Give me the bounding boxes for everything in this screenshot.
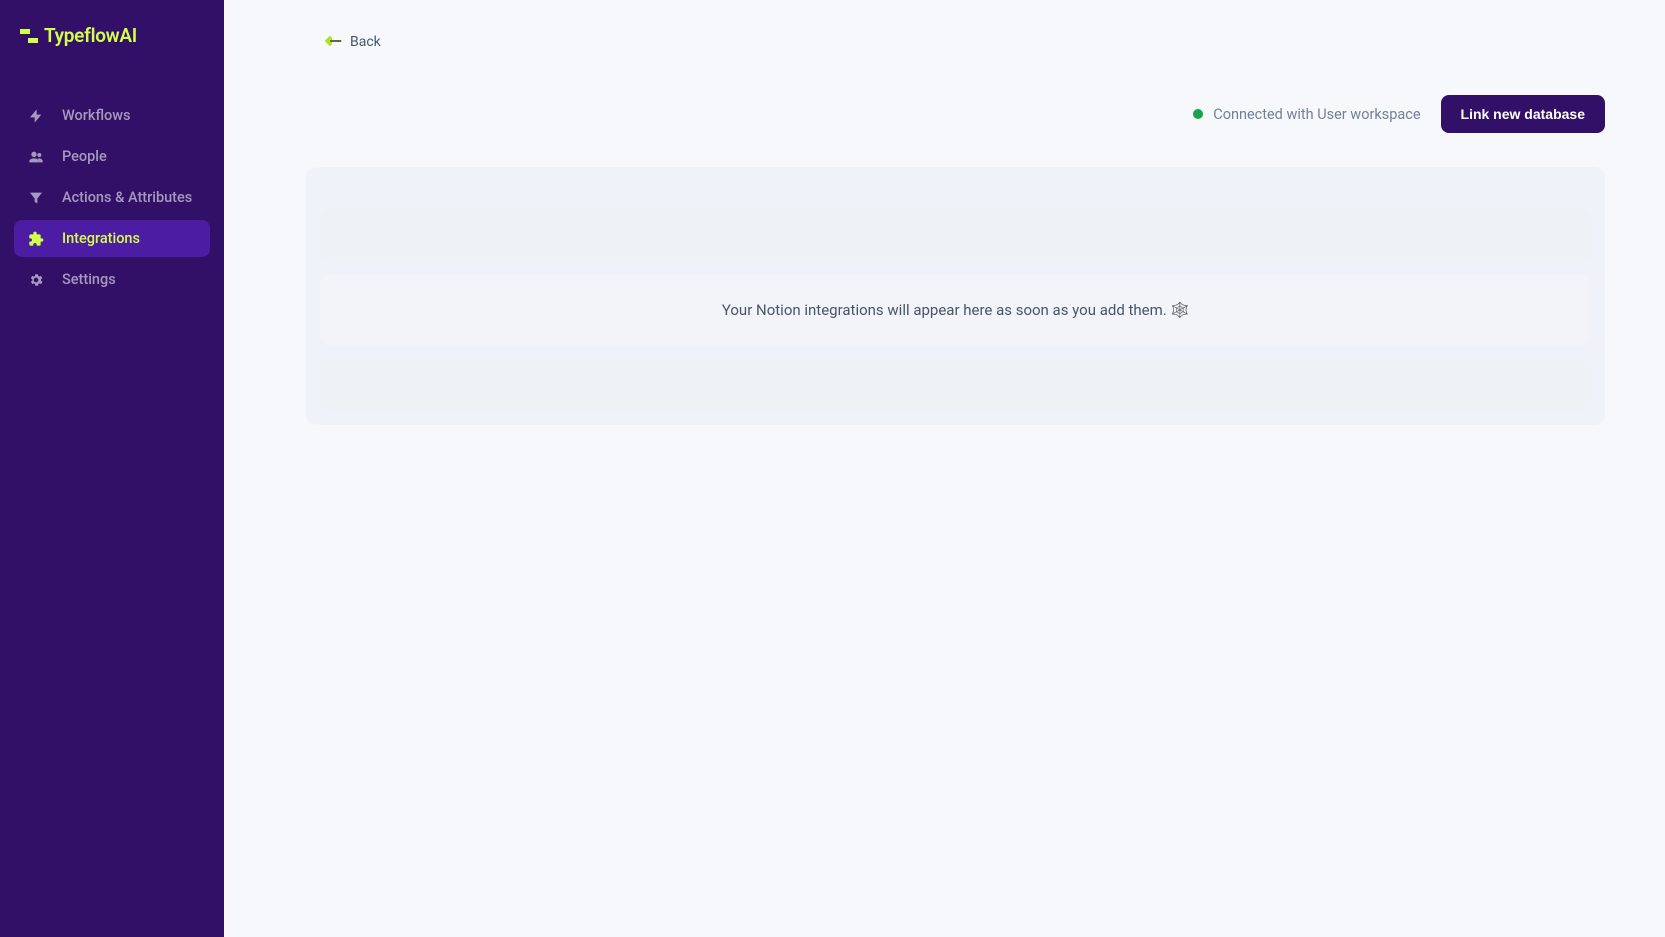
sidebar-item-settings[interactable]: Settings (14, 261, 210, 298)
link-new-database-button[interactable]: Link new database (1441, 95, 1605, 133)
sidebar-item-label: Settings (62, 271, 116, 288)
sidebar-item-label: Actions & Attributes (62, 189, 192, 206)
status-text: Connected with User workspace (1213, 106, 1420, 123)
back-button[interactable]: Back (284, 33, 381, 51)
funnel-icon (28, 190, 44, 206)
header-row: Connected with User workspace Link new d… (284, 95, 1605, 133)
sidebar-item-workflows[interactable]: Workflows (14, 97, 210, 134)
sidebar-item-label: Workflows (62, 107, 131, 124)
bolt-icon (28, 108, 44, 124)
sidebar-item-label: People (62, 148, 107, 165)
gear-icon (28, 272, 44, 288)
sidebar-item-actions-attributes[interactable]: Actions & Attributes (14, 179, 210, 216)
placeholder-row (320, 359, 1591, 411)
status-dot-icon (1193, 109, 1203, 119)
logo[interactable]: TypeflowAI (0, 24, 224, 97)
sidebar: TypeflowAI Workflows People Actions & At… (0, 0, 224, 937)
back-label: Back (350, 34, 381, 50)
sidebar-item-integrations[interactable]: Integrations (14, 220, 210, 257)
puzzle-icon (28, 231, 44, 247)
sidebar-item-label: Integrations (62, 230, 140, 247)
sidebar-item-people[interactable]: People (14, 138, 210, 175)
arrow-left-icon (324, 33, 342, 51)
people-icon (28, 149, 44, 165)
nav-list: Workflows People Actions & Attributes In… (0, 97, 224, 298)
logo-text: TypeflowAI (44, 24, 137, 47)
connection-status: Connected with User workspace (1193, 106, 1420, 123)
placeholder-row (320, 209, 1591, 261)
empty-state-message: Your Notion integrations will appear her… (320, 275, 1591, 345)
logo-icon (20, 27, 38, 45)
integrations-container: Your Notion integrations will appear her… (306, 167, 1605, 425)
main-content: Back Connected with User workspace Link … (224, 0, 1665, 937)
